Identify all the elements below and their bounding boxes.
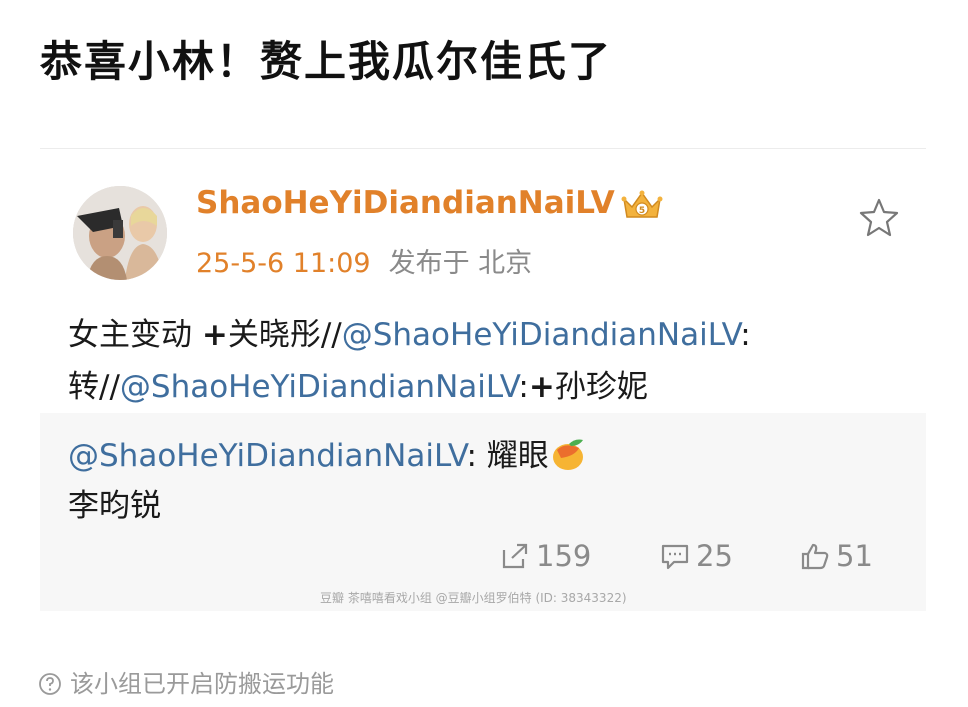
- repost-text: : 耀眼: [466, 438, 549, 474]
- page-headline: 恭喜小林！赘上我瓜尔佳氏了: [40, 37, 613, 86]
- repost-mention-link[interactable]: @ShaoHeYiDiandianNaiLV: [68, 438, 467, 474]
- post-line-1: 女主变动 +关晓彤//@ShaoHeYiDiandianNaiLV:: [68, 309, 918, 361]
- post-text-prefix-2: 转//: [68, 369, 120, 405]
- repost-body: @ShaoHeYiDiandianNaiLV: 耀眼 李昀锐: [68, 431, 587, 531]
- thumbs-up-icon: [801, 543, 829, 570]
- share-button[interactable]: 159: [500, 539, 591, 573]
- mango-emoji-icon: [552, 439, 583, 470]
- repost-line-2: 李昀锐: [68, 488, 161, 524]
- anti-repost-notice: 该小组已开启防搬运功能: [38, 664, 334, 699]
- post-time: 25-5-6 11:09: [196, 248, 371, 279]
- avatar-image: [73, 186, 167, 280]
- post-meta: 25-5-6 11:09 发布于 北京: [196, 241, 532, 280]
- notice-text: 该小组已开启防搬运功能: [70, 670, 334, 698]
- post-line-2: 转//@ShaoHeYiDiandianNaiLV:+孙珍妮: [68, 361, 918, 413]
- weibo-post-card: ShaoHeYiDiandianNaiLV 5 25-5-6 11:09 发布于 …: [40, 148, 926, 611]
- post-text-name: 关晓彤//: [227, 317, 342, 353]
- repost-block[interactable]: @ShaoHeYiDiandianNaiLV: 耀眼 李昀锐 159 25 51…: [40, 413, 926, 611]
- mention-link-2[interactable]: @ShaoHeYiDiandianNaiLV: [120, 369, 519, 405]
- comment-button[interactable]: 25: [660, 539, 733, 573]
- like-button[interactable]: 51: [800, 539, 873, 573]
- post-location: 发布于 北京: [388, 248, 533, 279]
- post-body: 女主变动 +关晓彤//@ShaoHeYiDiandianNaiLV: 转//@S…: [68, 309, 918, 413]
- share-icon: [502, 543, 528, 569]
- post-text-name-2: 孙珍妮: [554, 369, 648, 405]
- like-count: 51: [836, 539, 873, 573]
- avatar[interactable]: [73, 186, 167, 280]
- svg-text:5: 5: [639, 206, 645, 216]
- plus-sign-2: +: [528, 369, 555, 405]
- plus-sign: +: [201, 317, 228, 353]
- watermark-text: 豆瓣 茶嘻嘻看戏小组 @豆瓣小组罗伯特 (ID: 38343322): [320, 591, 627, 605]
- repost-line-1: @ShaoHeYiDiandianNaiLV: 耀眼: [68, 431, 587, 481]
- post-username[interactable]: ShaoHeYiDiandianNaiLV: [196, 185, 615, 221]
- colon-2: :: [518, 369, 529, 405]
- mention-link[interactable]: @ShaoHeYiDiandianNaiLV: [342, 317, 741, 353]
- colon: :: [740, 317, 751, 353]
- share-count: 159: [536, 539, 592, 573]
- help-circle-icon: [39, 673, 61, 695]
- post-text-prefix: 女主变动: [68, 317, 202, 353]
- comment-count: 25: [696, 539, 733, 573]
- vip-crown-icon: 5: [621, 190, 663, 218]
- comment-icon: [661, 544, 689, 570]
- star-icon[interactable]: [858, 197, 900, 237]
